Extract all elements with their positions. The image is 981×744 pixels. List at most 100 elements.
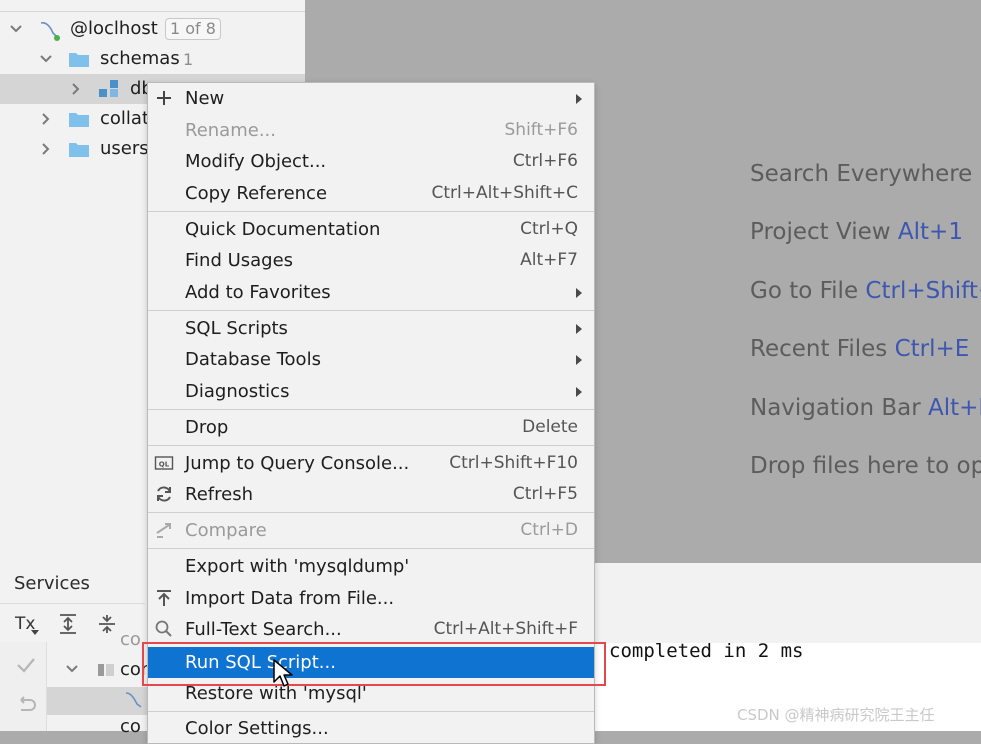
transaction-mode-dropdown[interactable]: Tx bbox=[15, 614, 39, 635]
tree-node-schemas-label: schemas bbox=[100, 48, 180, 69]
menu-item-shortcut: Shift+F6 bbox=[504, 120, 578, 140]
menu-item-export-mysqldump[interactable]: Export with 'mysqldump' bbox=[148, 551, 594, 582]
mysql-datasource-icon bbox=[40, 22, 60, 41]
menu-item-import-data[interactable]: Import Data from File... bbox=[148, 583, 594, 614]
menu-item-add-to-favorites[interactable]: Add to Favorites bbox=[148, 277, 594, 308]
menu-item-label: Export with 'mysqldump' bbox=[185, 556, 410, 577]
menu-item-color-settings[interactable]: Color Settings... bbox=[148, 713, 594, 744]
hint-shortcut: Alt+1 bbox=[897, 219, 963, 245]
hint-text: Project View bbox=[750, 219, 891, 245]
hint-text: Recent Files bbox=[750, 336, 888, 362]
chevron-right-icon[interactable] bbox=[68, 81, 84, 97]
submenu-arrow-icon bbox=[576, 94, 582, 104]
hint-drop-files: Drop files here to op bbox=[750, 453, 981, 479]
query-console-icon: QL bbox=[154, 456, 174, 470]
menu-item-label: Drop bbox=[185, 417, 229, 438]
divider bbox=[0, 603, 145, 604]
menu-item-shortcut: Ctrl+Q bbox=[520, 219, 578, 239]
tree-node-root-label: @loclhost bbox=[70, 18, 158, 39]
menu-item-label: Diagnostics bbox=[185, 381, 290, 402]
collapse-all-icon[interactable] bbox=[95, 612, 119, 636]
menu-item-find-usages[interactable]: Find Usages Alt+F7 bbox=[148, 245, 594, 276]
tree-node-users-label: users bbox=[100, 138, 149, 159]
menu-item-label: Database Tools bbox=[185, 349, 321, 370]
mysql-console-icon bbox=[125, 692, 142, 708]
tree-node-root[interactable]: @loclhost 1 of 8 bbox=[0, 14, 305, 44]
menu-separator bbox=[148, 409, 594, 410]
dropdown-arrow-icon bbox=[31, 630, 39, 635]
folder-icon bbox=[69, 53, 89, 67]
menu-item-label: New bbox=[185, 88, 225, 109]
chevron-down-icon[interactable] bbox=[8, 21, 24, 37]
menu-item-label: Import Data from File... bbox=[185, 588, 395, 609]
menu-item-shortcut: Ctrl+F5 bbox=[512, 484, 578, 504]
hint-shortcut: Ctrl+E bbox=[894, 336, 970, 362]
menu-item-label: Compare bbox=[185, 520, 267, 541]
submenu-arrow-icon bbox=[576, 355, 582, 365]
commit-check-icon[interactable] bbox=[15, 654, 37, 676]
menu-separator bbox=[148, 211, 594, 212]
connection-icon bbox=[98, 664, 114, 676]
menu-item-label: Jump to Query Console... bbox=[185, 453, 410, 474]
menu-separator bbox=[148, 512, 594, 513]
menu-item-label: Modify Object... bbox=[185, 151, 327, 172]
watermark: CSDN @精神病研究院王主任 bbox=[737, 706, 935, 724]
refresh-icon bbox=[157, 486, 171, 502]
hint-go-to-file: Go to File Ctrl+Shift+ bbox=[750, 278, 981, 304]
chevron-down-icon[interactable] bbox=[38, 51, 54, 67]
menu-item-new[interactable]: New bbox=[148, 83, 594, 114]
menu-item-quick-documentation[interactable]: Quick Documentation Ctrl+Q bbox=[148, 214, 594, 245]
menu-item-diagnostics[interactable]: Diagnostics bbox=[148, 376, 594, 407]
expand-all-icon[interactable] bbox=[56, 612, 80, 636]
mouse-cursor-icon bbox=[273, 659, 293, 687]
chevron-down-icon[interactable] bbox=[65, 662, 79, 676]
console-output-text: completed in 2 ms bbox=[609, 640, 804, 662]
submenu-arrow-icon bbox=[576, 324, 582, 334]
hint-shortcut: Ctrl+Shift+ bbox=[865, 278, 981, 304]
svg-text:QL: QL bbox=[159, 461, 170, 469]
menu-item-sql-scripts[interactable]: SQL Scripts bbox=[148, 313, 594, 344]
menu-separator bbox=[148, 548, 594, 549]
menu-item-drop[interactable]: Drop Delete bbox=[148, 412, 594, 443]
menu-item-shortcut: Alt+F7 bbox=[520, 250, 578, 270]
tree-node-collations-label: collat bbox=[100, 108, 149, 129]
menu-item-label: Rename... bbox=[185, 120, 276, 141]
menu-item-compare[interactable]: Compare Ctrl+D bbox=[148, 515, 594, 546]
hint-recent-files: Recent Files Ctrl+E bbox=[750, 336, 969, 362]
menu-item-refresh[interactable]: Refresh Ctrl+F5 bbox=[148, 479, 594, 510]
menu-item-label: Quick Documentation bbox=[185, 219, 381, 240]
folder-icon bbox=[69, 113, 89, 127]
chevron-right-icon[interactable] bbox=[38, 141, 54, 157]
schema-icon bbox=[99, 80, 118, 97]
menu-item-modify-object[interactable]: Modify Object... Ctrl+F6 bbox=[148, 146, 594, 177]
menu-item-rename[interactable]: Rename... Shift+F6 bbox=[148, 115, 594, 146]
service-row-label[interactable]: co bbox=[120, 716, 141, 737]
rollback-icon[interactable] bbox=[15, 692, 37, 714]
menu-item-label: Find Usages bbox=[185, 250, 294, 271]
menu-item-full-text-search[interactable]: Full-Text Search... Ctrl+Alt+Shift+F bbox=[148, 614, 594, 645]
hint-navigation-bar: Navigation Bar Alt+H bbox=[750, 395, 981, 421]
menu-item-jump-to-query-console[interactable]: QL Jump to Query Console... Ctrl+Shift+F… bbox=[148, 448, 594, 479]
import-icon bbox=[157, 590, 171, 606]
service-row-label[interactable]: co bbox=[120, 629, 141, 650]
menu-separator bbox=[148, 310, 594, 311]
menu-item-label: SQL Scripts bbox=[185, 318, 288, 339]
node-count-badge: 1 of 8 bbox=[165, 18, 221, 40]
chevron-right-icon[interactable] bbox=[38, 111, 54, 127]
tree-toolbar bbox=[0, 0, 305, 12]
menu-item-database-tools[interactable]: Database Tools bbox=[148, 344, 594, 375]
hint-shortcut: Alt+H bbox=[928, 395, 981, 421]
menu-item-shortcut: Ctrl+F6 bbox=[512, 151, 578, 171]
menu-item-label: Refresh bbox=[185, 484, 253, 505]
menu-separator bbox=[148, 711, 594, 712]
hint-text: Drop files here to op bbox=[750, 453, 981, 479]
menu-item-copy-reference[interactable]: Copy Reference Ctrl+Alt+Shift+C bbox=[148, 178, 594, 209]
hint-text: Go to File bbox=[750, 278, 859, 304]
tree-node-schemas[interactable]: schemas 1 bbox=[0, 44, 305, 74]
submenu-arrow-icon bbox=[576, 288, 582, 298]
compare-icon bbox=[156, 523, 171, 538]
hint-search-everywhere: Search Everywhere D bbox=[750, 161, 981, 187]
menu-separator bbox=[148, 445, 594, 446]
menu-item-label: Add to Favorites bbox=[185, 282, 331, 303]
hint-text: Search Everywhere bbox=[750, 161, 973, 187]
